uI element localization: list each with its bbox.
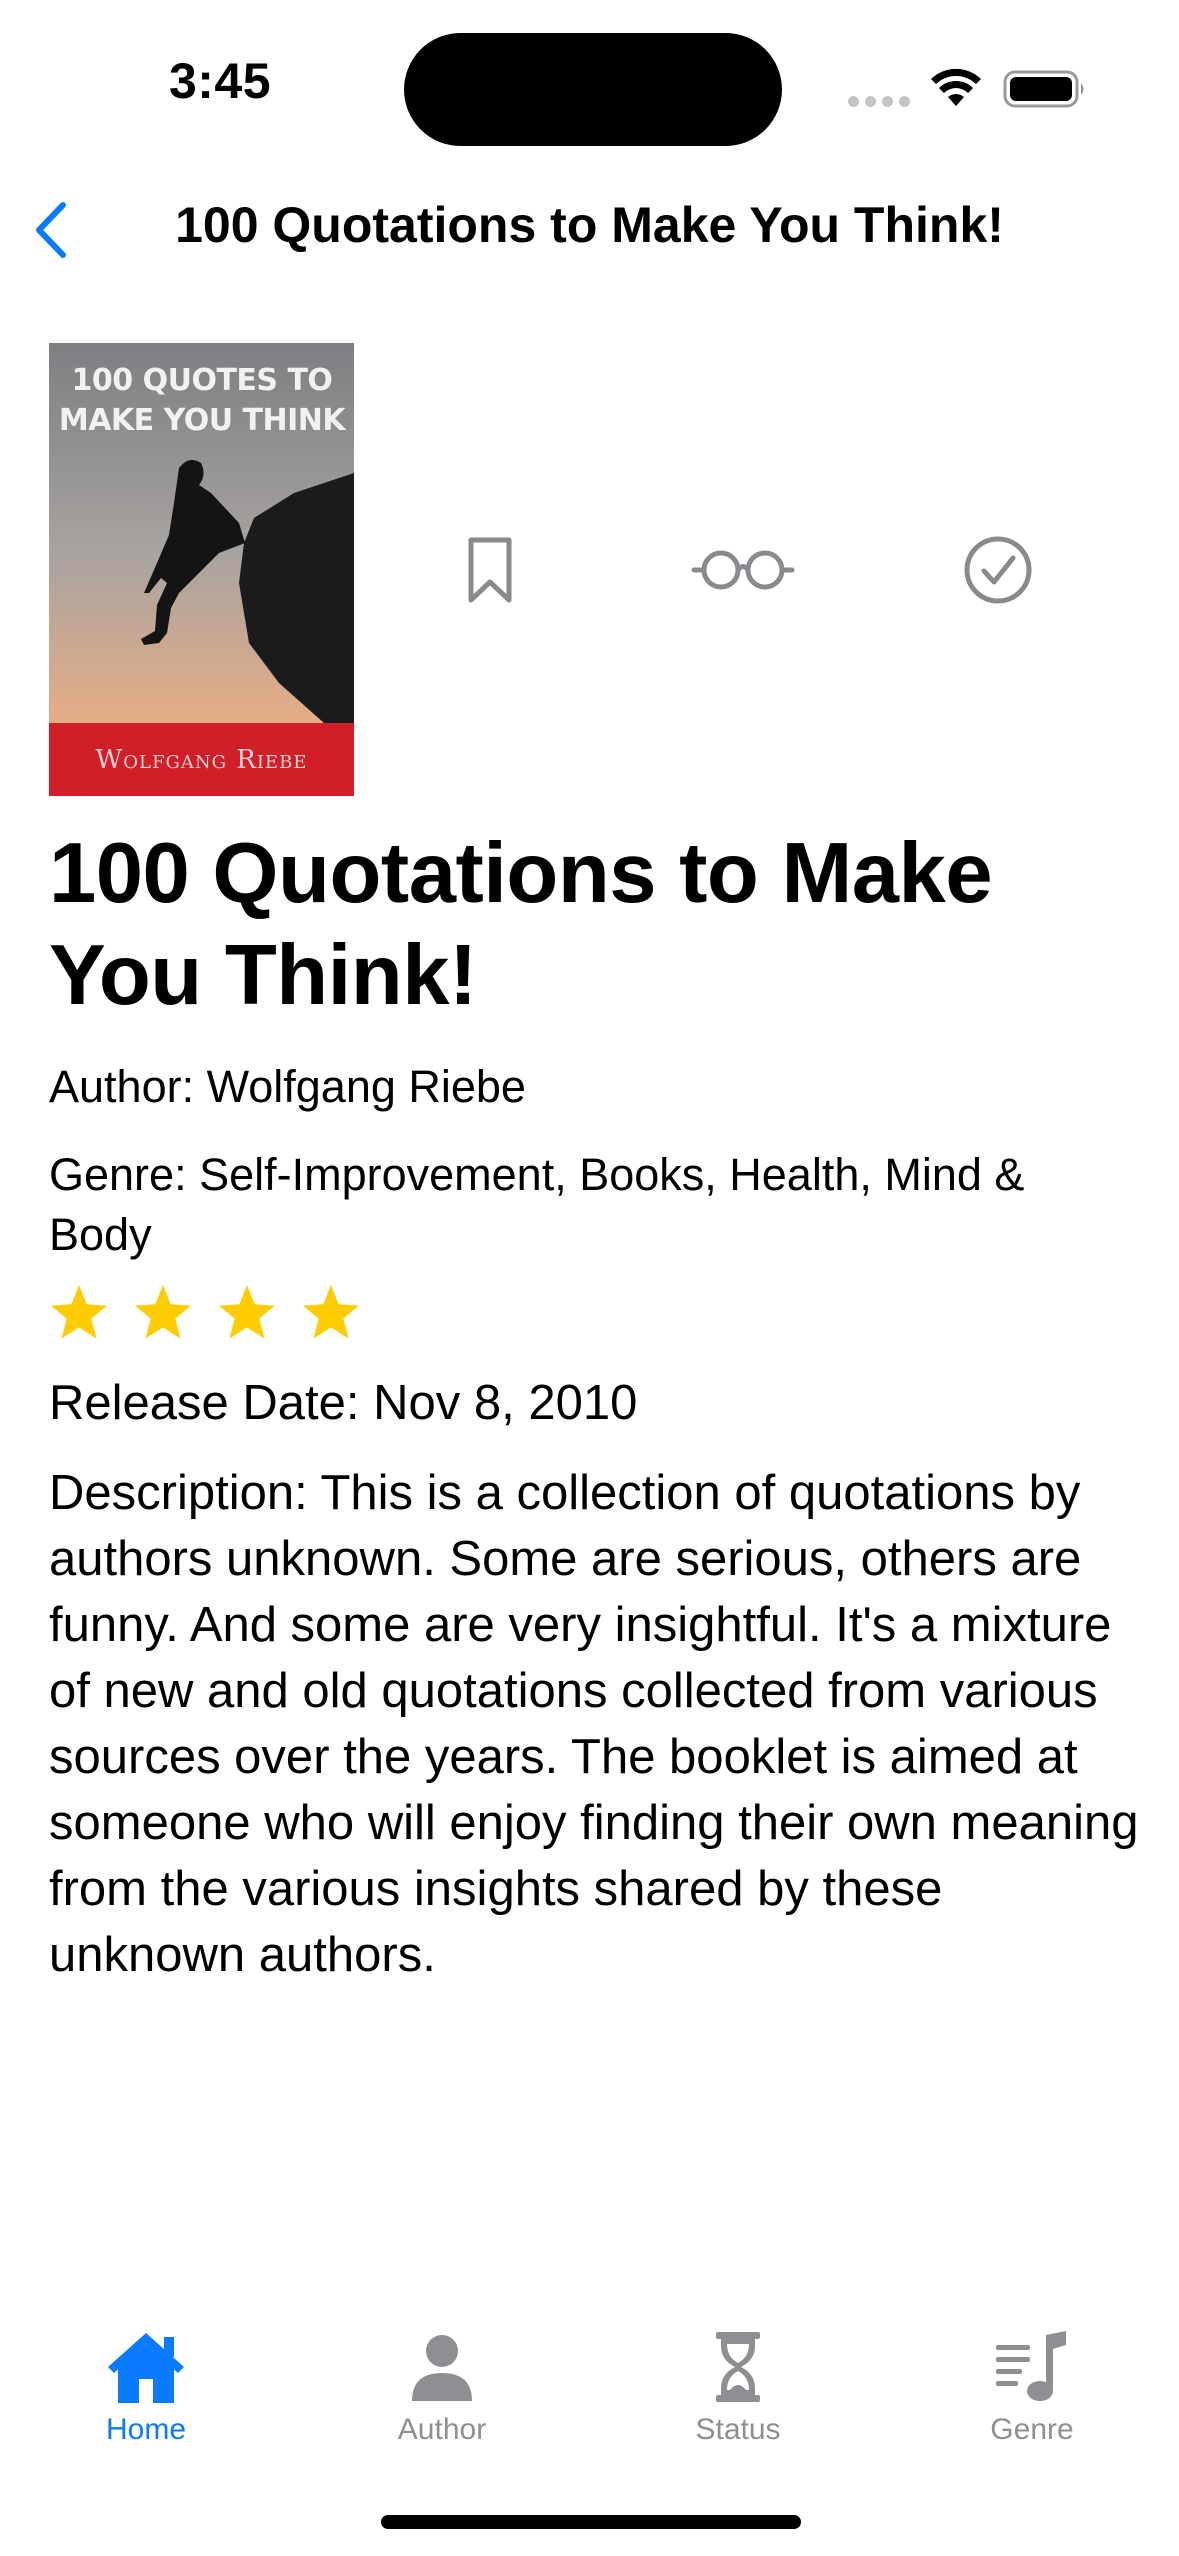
tab-genre[interactable]: Genre [932,2327,1132,2467]
tab-label: Status [695,2413,781,2446]
person-fill-icon [412,2335,472,2401]
book-title: 100 Quotations to Make You Think! [49,826,993,1023]
tab-status[interactable]: Status [638,2327,838,2467]
eyeglasses-icon [691,550,795,590]
cellular-signal-icon [848,96,910,107]
tab-label: Home [105,2413,187,2446]
hourglass-icon [716,2332,760,2402]
book-cover: 100 QUOTES TO MAKE YOU THINK Wolfgang Ri… [49,343,354,796]
tab-label: Author [397,2413,487,2446]
finished-button[interactable] [943,515,1053,625]
tab-home[interactable]: Home [46,2327,246,2467]
checkmark-circle-icon [964,536,1032,604]
tab-bar: Home Author Status Genre [0,2300,1179,2480]
description: Description: This is a collection of quo… [49,1466,1139,1982]
home-indicator [381,2515,801,2529]
bookmark-button[interactable] [435,515,545,625]
star-icon [135,1285,191,1339]
navigation-bar: 100 Quotations to Make You Think! [0,170,1179,290]
reading-button[interactable] [688,515,798,625]
genre-line: Genre: Self-Improvement, Books, Health, … [49,1149,1025,1260]
music-note-list-icon [996,2331,1066,2401]
star-icon [219,1285,275,1339]
status-bar: 3:45 [0,0,1179,170]
bookmark-icon [468,537,512,603]
dynamic-island [404,33,782,146]
nav-title: 100 Quotations to Make You Think! [175,197,1004,253]
star-rating [49,1283,361,1341]
tab-label: Genre [990,2413,1074,2446]
status-time: 3:45 [168,53,272,109]
house-fill-icon [108,2333,184,2403]
battery-icon [1003,70,1084,108]
back-button[interactable] [20,190,80,270]
tab-author[interactable]: Author [342,2327,542,2467]
cover-title: 100 QUOTES TO MAKE YOU THINK [58,363,346,438]
star-icon [303,1285,359,1339]
wifi-icon [931,68,981,106]
release-date: Release Date: Nov 8, 2010 [49,1376,638,1430]
author-line: Author: Wolfgang Riebe [49,1061,526,1112]
cover-author: Wolfgang Riebe [95,744,308,775]
star-icon [51,1285,107,1339]
chevron-left-icon [36,202,66,258]
